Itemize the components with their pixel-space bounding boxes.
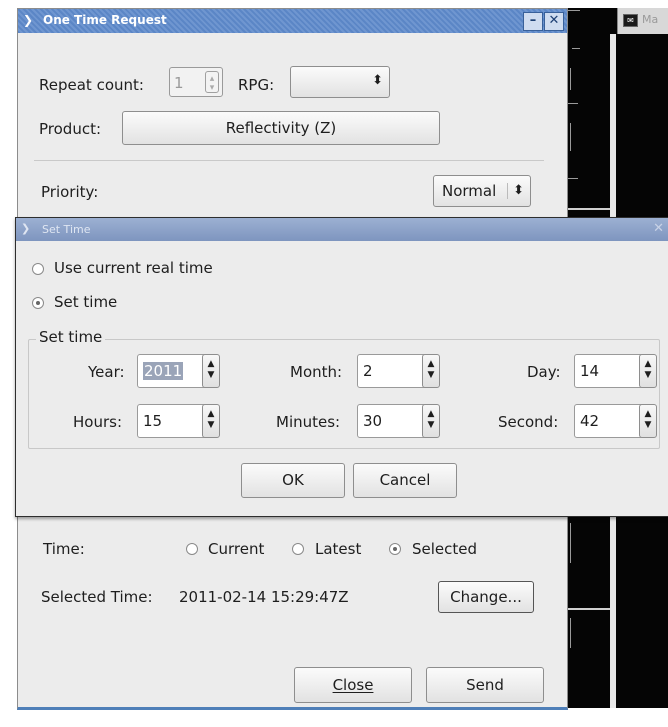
- minutes-label: Minutes:: [276, 413, 341, 431]
- set-time-dialog: ❯ Set Time ✕ Use current real time Set t…: [15, 217, 668, 517]
- plot-tick: [570, 523, 571, 563]
- product-button[interactable]: Reflectivity (Z): [122, 111, 440, 145]
- set-time-group: [28, 339, 660, 449]
- month-input[interactable]: 2: [357, 354, 427, 388]
- ok-button[interactable]: OK: [241, 463, 345, 498]
- month-label: Month:: [290, 363, 343, 381]
- year-input[interactable]: 2011: [137, 354, 207, 388]
- background-app-titlebar[interactable]: ✉ Ma: [617, 8, 668, 34]
- change-button-label: Change...: [450, 588, 522, 606]
- minimize-icon[interactable]: –: [523, 12, 543, 31]
- window-icon: ✉: [623, 14, 638, 27]
- ok-button-label: OK: [282, 471, 304, 489]
- hours-input[interactable]: 15: [137, 404, 207, 438]
- dialog-title: Set Time: [42, 223, 91, 236]
- spinner-arrows-icon[interactable]: ▴ ▾: [205, 71, 219, 93]
- close-button[interactable]: Close: [294, 667, 412, 703]
- background-app-title: Ma: [642, 13, 659, 26]
- repeat-count-value: 1: [174, 74, 184, 92]
- selected-time-label: Selected Time:: [41, 588, 153, 606]
- second-spinner-icon[interactable]: ▲ ▼: [639, 404, 657, 438]
- day-label: Day:: [527, 363, 561, 381]
- plot-line: [568, 208, 610, 210]
- time-current-label[interactable]: Current: [208, 540, 264, 558]
- close-button-label: Close: [332, 676, 374, 694]
- use-current-time-label[interactable]: Use current real time: [54, 259, 213, 277]
- hours-value: 15: [143, 412, 163, 430]
- dialog-titlebar[interactable]: ❯ Set Time ✕: [16, 218, 668, 241]
- year-spinner-icon[interactable]: ▲ ▼: [202, 354, 220, 388]
- time-label: Time:: [43, 540, 85, 558]
- plot-tick: [568, 178, 578, 179]
- month-spinner-icon[interactable]: ▲ ▼: [422, 354, 440, 388]
- hours-spinner-icon[interactable]: ▲ ▼: [202, 404, 220, 438]
- plot-tick: [570, 68, 571, 90]
- window-menu-icon[interactable]: ❯: [21, 222, 35, 236]
- minutes-spinner-icon[interactable]: ▲ ▼: [422, 404, 440, 438]
- priority-value: Normal: [442, 182, 497, 200]
- second-label: Second:: [498, 413, 559, 431]
- second-input[interactable]: 42: [574, 404, 644, 438]
- selected-time-value: 2011-02-14 15:29:47Z: [179, 588, 349, 606]
- send-button-label: Send: [466, 676, 504, 694]
- day-spinner-icon[interactable]: ▲ ▼: [639, 354, 657, 388]
- day-input[interactable]: 14: [574, 354, 644, 388]
- set-time-group-title: Set time: [36, 328, 106, 346]
- plot-tick: [572, 48, 580, 49]
- cancel-button-label: Cancel: [379, 471, 431, 489]
- separator: [34, 160, 544, 161]
- set-time-label[interactable]: Set time: [54, 293, 117, 311]
- minutes-value: 30: [363, 412, 383, 430]
- second-value: 42: [580, 412, 600, 430]
- year-value: 2011: [143, 362, 184, 380]
- window-menu-icon[interactable]: ❯: [23, 13, 37, 27]
- change-button[interactable]: Change...: [438, 581, 534, 613]
- priority-select[interactable]: Normal ⬍: [433, 175, 531, 207]
- plot-tick: [570, 123, 571, 151]
- close-icon[interactable]: ✕: [544, 12, 564, 31]
- rpg-label: RPG:: [238, 76, 275, 94]
- product-label: Product:: [39, 120, 102, 138]
- combo-arrows-icon: ⬍: [372, 73, 383, 88]
- minutes-input[interactable]: 30: [357, 404, 427, 438]
- plot-tick: [568, 10, 580, 11]
- combo-arrows-icon: ⬍: [507, 183, 524, 199]
- window-title: One Time Request: [43, 13, 167, 27]
- product-value: Reflectivity (Z): [225, 119, 337, 137]
- plot-line: [568, 608, 610, 610]
- time-selected-radio[interactable]: [389, 543, 401, 555]
- repeat-count-spinner[interactable]: 1 ▴ ▾: [169, 67, 223, 97]
- time-latest-label[interactable]: Latest: [315, 540, 361, 558]
- set-time-radio[interactable]: [32, 297, 44, 309]
- time-latest-radio[interactable]: [292, 543, 304, 555]
- month-value: 2: [363, 362, 373, 380]
- rpg-select[interactable]: ⬍: [290, 66, 390, 98]
- close-icon[interactable]: ✕: [653, 221, 664, 236]
- use-current-time-radio[interactable]: [32, 263, 44, 275]
- send-button[interactable]: Send: [426, 667, 544, 703]
- day-value: 14: [580, 362, 600, 380]
- priority-label: Priority:: [41, 183, 99, 201]
- time-selected-label[interactable]: Selected: [412, 540, 477, 558]
- plot-tick: [570, 618, 571, 648]
- year-label: Year:: [88, 363, 125, 381]
- plot-tick: [568, 103, 578, 104]
- hours-label: Hours:: [73, 413, 122, 431]
- cancel-button[interactable]: Cancel: [353, 463, 457, 498]
- time-current-radio[interactable]: [186, 543, 198, 555]
- repeat-count-label: Repeat count:: [39, 76, 144, 94]
- window-titlebar[interactable]: ❯ One Time Request – ✕: [18, 9, 567, 33]
